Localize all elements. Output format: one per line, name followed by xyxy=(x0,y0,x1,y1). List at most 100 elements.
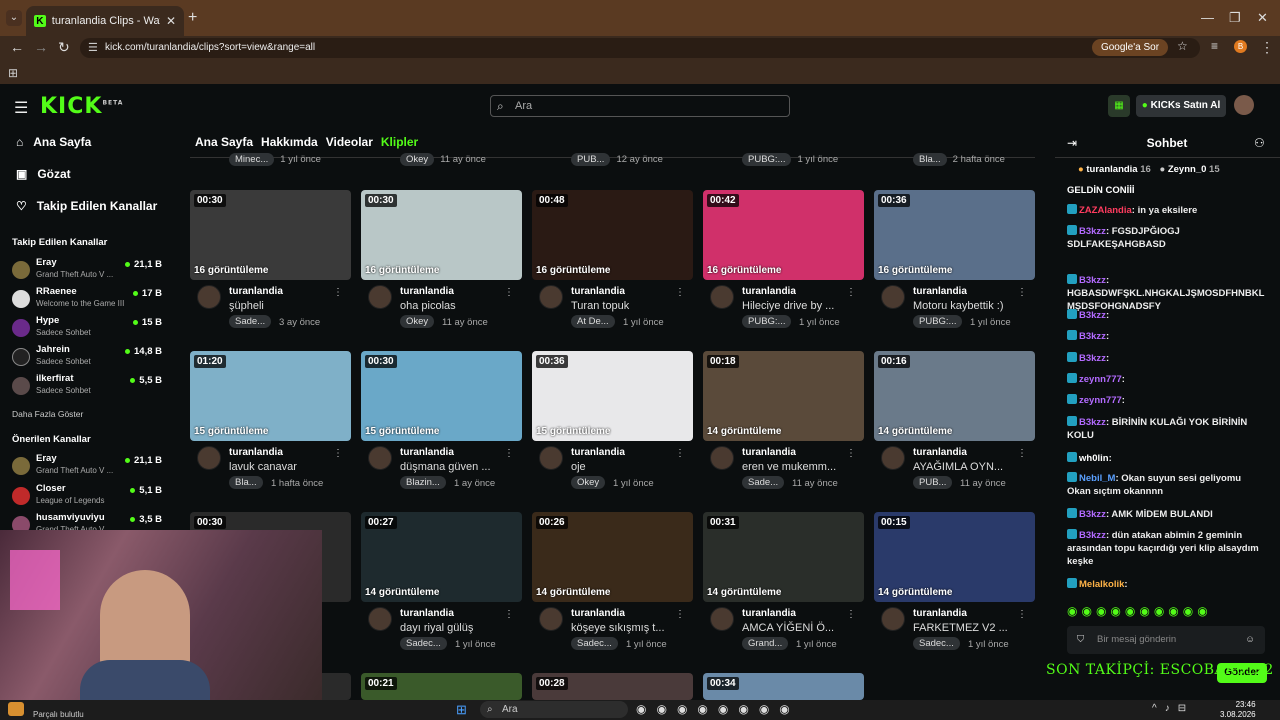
clip-card[interactable]: 00:42 16 görüntüleme turanlandia ⋮ Hileciye … xyxy=(703,190,864,330)
more-options-icon[interactable]: ⋮ xyxy=(504,287,514,298)
clip-thumbnail[interactable]: 00:30 15 görüntüleme xyxy=(361,351,522,441)
clip-title[interactable]: lavuk canavar xyxy=(229,461,297,473)
avatar[interactable] xyxy=(881,607,905,631)
followed-channel[interactable]: ilkerfirat Sadece Sohbet 5,5 B xyxy=(12,373,162,399)
category-tag[interactable]: Okey xyxy=(571,476,606,489)
chat-username[interactable]: ZAZAlandia xyxy=(1079,205,1132,216)
clip-thumbnail[interactable]: 00:28 xyxy=(532,673,693,700)
menu-hamburger-icon[interactable]: ☰ xyxy=(14,98,28,118)
profile-avatar[interactable]: B xyxy=(1234,40,1247,53)
clip-card[interactable]: 00:30 16 görüntüleme turanlandia ⋮ oha picol… xyxy=(361,190,522,330)
avatar[interactable] xyxy=(539,285,563,309)
avatar[interactable] xyxy=(710,446,734,470)
more-options-icon[interactable]: ⋮ xyxy=(675,609,685,620)
clip-title[interactable]: oje xyxy=(571,461,586,473)
avatar[interactable] xyxy=(710,285,734,309)
chat-message-input[interactable]: ⛉ Bir mesaj gönderin ☺ xyxy=(1067,626,1265,654)
followed-channel[interactable]: Hype Sadece Sohbet 15 B xyxy=(12,315,162,341)
close-window-icon[interactable]: ✕ xyxy=(1257,10,1268,26)
avatar[interactable] xyxy=(368,285,392,309)
media-control-icon[interactable]: ≡ xyxy=(1211,39,1218,53)
clip-card[interactable]: 00:30 15 görüntüleme turanlandia ⋮ düşmana g… xyxy=(361,351,522,491)
category-tag[interactable]: Minec... xyxy=(229,153,275,166)
clip-thumbnail[interactable]: 00:27 14 görüntüleme xyxy=(361,512,522,602)
minimize-icon[interactable]: — xyxy=(1201,10,1214,25)
more-options-icon[interactable]: ⋮ xyxy=(675,448,685,459)
clip-card[interactable]: 00:34 xyxy=(703,673,864,700)
emote-bar[interactable]: ◉◉◉◉◉◉◉◉◉◉ xyxy=(1067,604,1267,620)
clip-card[interactable]: 00:18 14 görüntüleme turanlandia ⋮ eren ve m… xyxy=(703,351,864,491)
chat-username[interactable]: B3kzz xyxy=(1079,417,1106,428)
clip-card[interactable]: 00:36 16 görüntüleme turanlandia ⋮ Motoru ka… xyxy=(874,190,1035,330)
clip-title[interactable]: şüpheli xyxy=(229,300,264,312)
clip-channel[interactable]: turanlandia xyxy=(571,286,625,297)
avatar[interactable] xyxy=(368,446,392,470)
clip-card[interactable]: 00:21 xyxy=(361,673,522,700)
followed-channel[interactable]: Eray Grand Theft Auto V ... 21,1 B xyxy=(12,257,162,283)
clip-channel[interactable]: turanlandia xyxy=(229,286,283,297)
clip-channel[interactable]: turanlandia xyxy=(571,447,625,458)
clip-title[interactable]: AMCA YİĞENİ Ö... xyxy=(742,622,834,634)
clip-thumbnail[interactable]: 00:31 14 görüntüleme xyxy=(703,512,864,602)
sidebar-item-browse[interactable]: ▣ Gözat xyxy=(16,167,71,181)
clip-thumbnail[interactable]: 00:26 14 görüntüleme xyxy=(532,512,693,602)
tab-list-icon[interactable]: ⌄ xyxy=(6,10,22,26)
tab-about[interactable]: Hakkımda xyxy=(261,135,318,149)
clip-title[interactable]: Hileciye drive by ... xyxy=(742,300,834,312)
more-options-icon[interactable]: ⋮ xyxy=(846,448,856,459)
clip-title[interactable]: düşmana güven ... xyxy=(400,461,491,473)
category-tag[interactable]: Sadec... xyxy=(400,637,447,650)
more-options-icon[interactable]: ⋮ xyxy=(333,287,343,298)
tab-home[interactable]: Ana Sayfa xyxy=(195,135,253,149)
tab-videos[interactable]: Videolar xyxy=(326,135,373,149)
google-ask-button[interactable]: Google'a Sor xyxy=(1092,39,1168,56)
category-tag[interactable]: PUB... xyxy=(913,476,953,489)
chat-username[interactable]: B3kzz xyxy=(1079,275,1106,286)
forward-icon[interactable]: → xyxy=(34,39,48,55)
taskbar-search[interactable]: ⌕ Ara xyxy=(480,701,628,718)
clip-channel[interactable]: turanlandia xyxy=(571,608,625,619)
category-tag[interactable]: PUB... xyxy=(571,153,611,166)
clip-channel[interactable]: turanlandia xyxy=(400,447,454,458)
category-tag[interactable]: Sadec... xyxy=(571,637,618,650)
avatar[interactable] xyxy=(368,607,392,631)
chat-username[interactable]: zeynn777 xyxy=(1079,395,1122,406)
category-tag[interactable]: Bla... xyxy=(229,476,263,489)
category-tag[interactable]: Blazin... xyxy=(400,476,446,489)
clip-card[interactable]: 00:48 16 görüntüleme turanlandia ⋮ Turan top… xyxy=(532,190,693,330)
reload-icon[interactable]: ↻ xyxy=(58,39,70,56)
system-tray-icons[interactable]: ^♪⊟ xyxy=(1152,703,1194,714)
maximize-icon[interactable]: ❐ xyxy=(1229,10,1241,26)
clip-card[interactable]: 00:26 14 görüntüleme turanlandia ⋮ köşeye sı… xyxy=(532,512,693,652)
chat-username[interactable]: Melalkolik xyxy=(1079,579,1124,590)
more-options-icon[interactable]: ⋮ xyxy=(504,609,514,620)
chat-username[interactable]: B3kzz xyxy=(1079,530,1106,541)
clip-channel[interactable]: turanlandia xyxy=(913,608,967,619)
more-options-icon[interactable]: ⋮ xyxy=(675,287,685,298)
clip-title[interactable]: FARKETMEZ V2 ... xyxy=(913,622,1008,634)
clip-title[interactable]: köşeye sıkışmış t... xyxy=(571,622,665,634)
clip-channel[interactable]: turanlandia xyxy=(913,447,967,458)
followed-channel[interactable]: RRaenee Welcome to the Game III 17 B xyxy=(12,286,162,312)
clip-thumbnail[interactable]: 00:30 16 görüntüleme xyxy=(361,190,522,280)
chat-username[interactable]: B3kzz xyxy=(1079,310,1106,321)
more-options-icon[interactable]: ⋮ xyxy=(504,448,514,459)
clip-title[interactable]: Motoru kaybettik :) xyxy=(913,300,1003,312)
back-icon[interactable]: ← xyxy=(10,39,24,55)
category-tag[interactable]: Okey xyxy=(400,153,435,166)
followed-channel[interactable]: Jahrein Sadece Sohbet 14,8 B xyxy=(12,344,162,370)
kick-logo[interactable]: KICKBETA xyxy=(40,94,123,119)
bookmark-star-icon[interactable]: ☆ xyxy=(1177,39,1188,53)
chat-users-icon[interactable]: ⚇ xyxy=(1254,136,1265,150)
emoji-icon[interactable]: ☺ xyxy=(1245,626,1255,654)
chat-username[interactable]: zeynn777 xyxy=(1079,374,1122,385)
avatar[interactable] xyxy=(710,607,734,631)
clip-channel[interactable]: turanlandia xyxy=(229,447,283,458)
avatar[interactable] xyxy=(197,285,221,309)
clip-title[interactable]: dayı riyal gülüş xyxy=(400,622,473,634)
clip-thumbnail[interactable]: 00:30 16 görüntüleme xyxy=(190,190,351,280)
avatar[interactable] xyxy=(881,285,905,309)
clip-thumbnail[interactable]: 00:15 14 görüntüleme xyxy=(874,512,1035,602)
clip-channel[interactable]: turanlandia xyxy=(742,286,796,297)
browser-tab[interactable]: K turanlandia Clips - Watch L ✕ xyxy=(26,6,184,36)
